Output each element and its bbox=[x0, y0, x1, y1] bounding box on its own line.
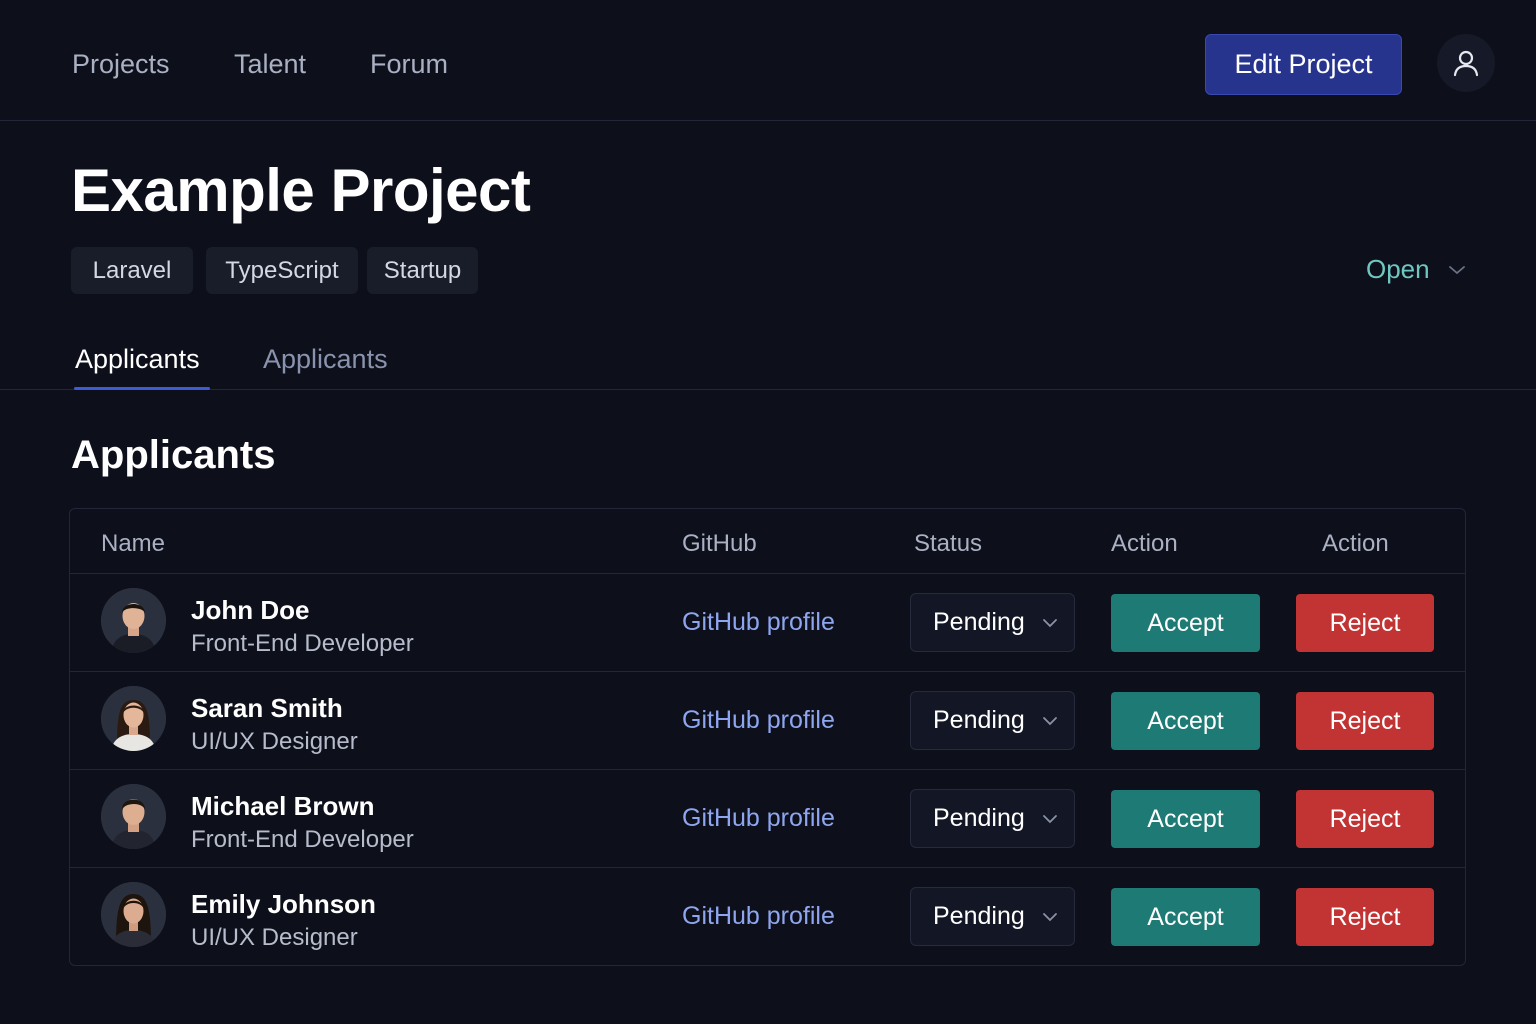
avatar bbox=[101, 882, 166, 947]
section-title: Applicants bbox=[71, 433, 276, 477]
accept-button[interactable]: Accept bbox=[1111, 692, 1260, 750]
page-title: Example Project bbox=[71, 157, 531, 224]
table-row: John Doe Front-End Developer GitHub prof… bbox=[70, 573, 1465, 671]
tag-laravel: Laravel bbox=[71, 247, 193, 294]
chevron-down-icon bbox=[1042, 716, 1057, 725]
status-dropdown[interactable]: Pending bbox=[910, 789, 1075, 848]
applicant-name: Saran Smith bbox=[191, 693, 343, 723]
applicant-role: Front-End Developer bbox=[191, 630, 414, 657]
nav-link-forum[interactable]: Forum bbox=[370, 46, 448, 82]
applicant-name: Emily Johnson bbox=[191, 889, 376, 919]
github-profile-link[interactable]: GitHub profile bbox=[682, 606, 835, 638]
table-row: Michael Brown Front-End Developer GitHub… bbox=[70, 769, 1465, 867]
accept-button[interactable]: Accept bbox=[1111, 594, 1260, 652]
avatar bbox=[101, 784, 166, 849]
project-status-value: Open bbox=[1366, 254, 1430, 284]
accept-button[interactable]: Accept bbox=[1111, 888, 1260, 946]
chevron-down-icon bbox=[1042, 618, 1057, 627]
tag-startup: Startup bbox=[367, 247, 478, 294]
status-dropdown[interactable]: Pending bbox=[910, 691, 1075, 750]
tag-typescript: TypeScript bbox=[206, 247, 358, 294]
nav-link-talent[interactable]: Talent bbox=[234, 46, 306, 82]
active-tab-indicator bbox=[74, 387, 210, 390]
status-value: Pending bbox=[933, 706, 1025, 734]
nav-link-projects[interactable]: Projects bbox=[72, 46, 170, 82]
reject-button[interactable]: Reject bbox=[1296, 594, 1434, 652]
table-row: Emily Johnson UI/UX Designer GitHub prof… bbox=[70, 867, 1465, 965]
status-value: Pending bbox=[933, 608, 1025, 636]
avatar bbox=[101, 686, 166, 751]
chevron-down-icon bbox=[1042, 912, 1057, 921]
applicant-role: Front-End Developer bbox=[191, 826, 414, 853]
project-status-dropdown[interactable]: Open bbox=[1366, 254, 1466, 285]
profile-button[interactable] bbox=[1437, 34, 1495, 92]
column-header-name: Name bbox=[101, 530, 166, 557]
edit-project-button[interactable]: Edit Project bbox=[1205, 34, 1402, 95]
github-profile-link[interactable]: GitHub profile bbox=[682, 704, 835, 736]
column-header-status: Status bbox=[914, 530, 983, 557]
applicants-table: Name GitHub Status Action Action John Do… bbox=[69, 508, 1466, 966]
applicant-name: Michael Brown bbox=[191, 791, 375, 821]
github-profile-link[interactable]: GitHub profile bbox=[682, 802, 835, 834]
accept-button[interactable]: Accept bbox=[1111, 790, 1260, 848]
status-dropdown[interactable]: Pending bbox=[910, 887, 1075, 946]
github-profile-link[interactable]: GitHub profile bbox=[682, 900, 835, 932]
tab-applicants[interactable]: Applicants bbox=[263, 340, 388, 378]
status-value: Pending bbox=[933, 804, 1025, 832]
applicant-role: UI/UX Designer bbox=[191, 924, 358, 951]
table-row: Saran Smith UI/UX Designer GitHub profil… bbox=[70, 671, 1465, 769]
reject-button[interactable]: Reject bbox=[1296, 692, 1434, 750]
column-header-action: Action bbox=[1111, 530, 1178, 557]
column-header-action-2: Action bbox=[1322, 530, 1389, 557]
tab-applicants-active[interactable]: Applicants bbox=[75, 340, 200, 378]
chevron-down-icon bbox=[1042, 814, 1057, 823]
status-value: Pending bbox=[933, 902, 1025, 930]
reject-button[interactable]: Reject bbox=[1296, 790, 1434, 848]
column-header-github: GitHub bbox=[682, 530, 757, 557]
applicant-name: John Doe bbox=[191, 595, 310, 625]
user-icon bbox=[1453, 50, 1479, 77]
chevron-down-icon bbox=[1448, 265, 1465, 274]
applicant-role: UI/UX Designer bbox=[191, 728, 358, 755]
top-navigation-bar: Projects Talent Forum Edit Project bbox=[0, 0, 1536, 121]
tabs-divider bbox=[0, 389, 1536, 390]
avatar bbox=[101, 588, 166, 653]
reject-button[interactable]: Reject bbox=[1296, 888, 1434, 946]
status-dropdown[interactable]: Pending bbox=[910, 593, 1075, 652]
